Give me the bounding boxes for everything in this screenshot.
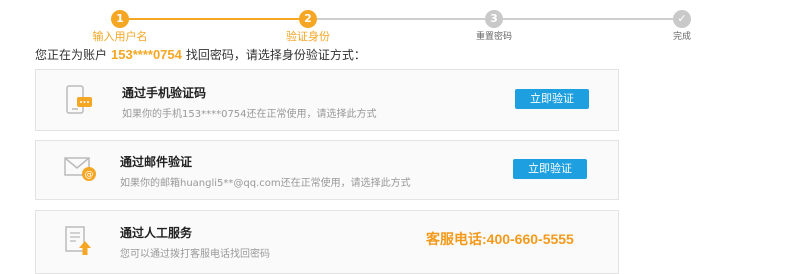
svg-text:@: @ — [85, 170, 94, 180]
option-title: 通过人工服务 — [120, 226, 193, 240]
phone-sms-icon — [64, 84, 94, 122]
step-complete: ✓ 完成 — [627, 10, 737, 43]
option-title: 通过邮件验证 — [120, 155, 193, 169]
intro-prefix: 您正在为账户 — [35, 48, 108, 62]
service-hotline: 客服电话:400-660-5555 — [426, 231, 574, 247]
step-label: 完成 — [672, 32, 691, 42]
option-description: 您可以通过拨打客服电话找回密码 — [120, 249, 270, 260]
option-description: 如果你的手机153****0754还在正常使用，请选择此方式 — [122, 109, 377, 120]
option-title: 通过手机验证码 — [122, 86, 207, 100]
verify-email-button[interactable]: 立即验证 — [513, 159, 587, 179]
step-label: 重置密码 — [475, 32, 512, 42]
option-card-phone: 通过手机验证码 如果你的手机153****0754还在正常使用，请选择此方式 立… — [35, 69, 619, 131]
verify-phone-button[interactable]: 立即验证 — [515, 89, 589, 109]
step-number: 2 — [299, 10, 317, 28]
progress-steps: 1 输入用户名 2 验证身份 3 重置密码 ✓ 完成 — [0, 0, 800, 43]
email-icon: @ — [64, 155, 98, 187]
account-number: 153****0754 — [111, 47, 182, 62]
step-reset-password: 3 重置密码 — [439, 10, 549, 43]
option-description: 如果你的邮箱huangli5**@qq.com还在正常使用，请选择此方式 — [120, 178, 411, 189]
check-icon: ✓ — [673, 10, 691, 28]
document-upload-icon — [64, 225, 94, 261]
intro-suffix: 找回密码，请选择身份验证方式： — [185, 48, 366, 62]
step-number: 3 — [485, 10, 503, 28]
step-verify-identity: 2 验证身份 — [253, 10, 363, 43]
option-card-manual-service: 通过人工服务 您可以通过拨打客服电话找回密码 客服电话:400-660-5555 — [35, 210, 619, 274]
step-label: 验证身份 — [286, 30, 330, 43]
intro-text: 您正在为账户 153****0754 找回密码，请选择身份验证方式： — [35, 46, 366, 63]
step-number: 1 — [111, 10, 129, 28]
step-label: 输入用户名 — [92, 30, 148, 43]
step-enter-username: 1 输入用户名 — [65, 10, 175, 43]
option-card-email: @ 通过邮件验证 如果你的邮箱huangli5**@qq.com还在正常使用，请… — [35, 140, 619, 200]
